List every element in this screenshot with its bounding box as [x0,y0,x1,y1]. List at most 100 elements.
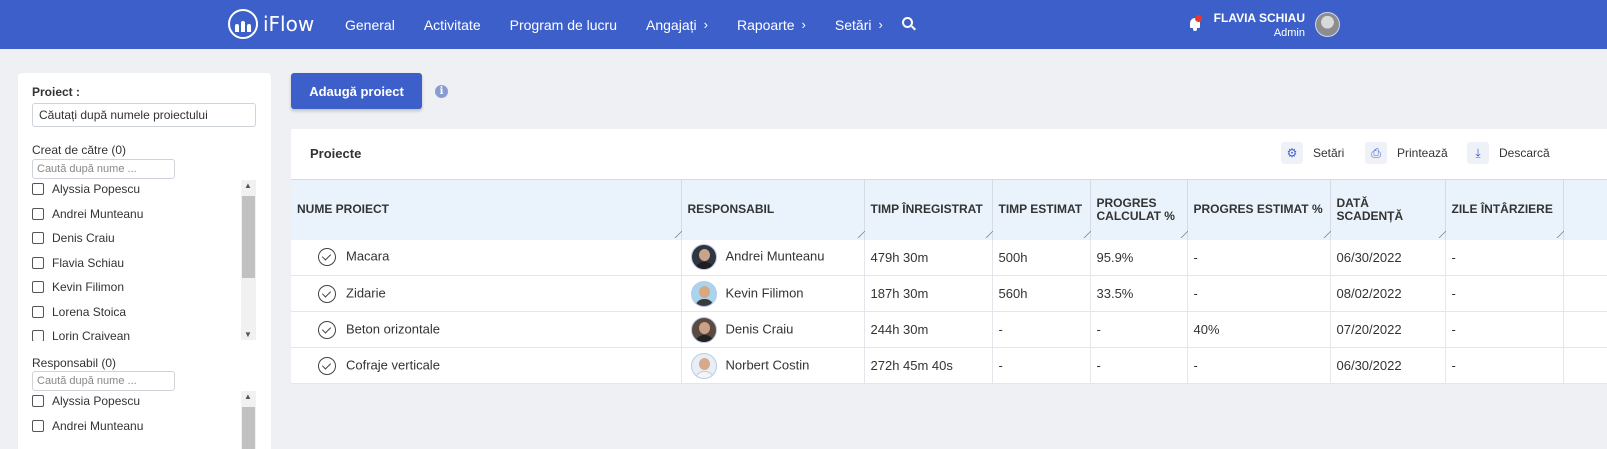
checkbox[interactable] [32,232,44,245]
resize-handle-icon[interactable] [979,230,993,238]
project-name-cell[interactable]: Cofraje verticale [291,347,682,384]
nav-item-angajati[interactable]: Angajați › [646,17,708,33]
chevron-right-icon: › [801,17,806,32]
notification-dot [1195,15,1202,22]
resize-handle-icon[interactable] [851,230,865,238]
list-item[interactable]: Lorin Craivean [32,324,256,341]
nav-label: Activitate [423,16,481,33]
column-header-due-date[interactable]: DATĂ SCADENȚĂ [1330,179,1446,240]
search-icon[interactable] [902,17,916,31]
list-item[interactable]: Kevin Filimon [32,275,256,300]
time-logged-cell: 272h 45m 40s [864,347,993,384]
project-name-cell[interactable]: Macara [291,239,682,276]
check-circle-icon[interactable] [318,248,336,267]
checkbox[interactable] [32,256,44,269]
resize-handle-icon[interactable] [1077,230,1091,238]
column-header-delay-days[interactable]: ZILE ÎNTÂRZIERE [1445,179,1564,240]
settings-button[interactable]: ⚙ Setări [1281,141,1344,165]
table-row[interactable]: Beton orizontale Denis Craiu 244h 30m - … [291,311,1607,348]
list-item[interactable]: Denis Craiu [32,226,256,251]
resize-handle-icon[interactable] [1550,230,1564,238]
delay-days-cell: - [1445,347,1564,384]
resize-handle-icon[interactable] [1174,230,1188,238]
print-button[interactable]: ⎙ Printează [1365,141,1448,165]
resize-handle-icon[interactable] [668,230,682,238]
list-item[interactable]: Andrei Munteanu [32,202,256,227]
delay-days-cell: - [1445,311,1564,348]
check-circle-icon[interactable] [318,356,336,375]
projects-table: NUME PROIECT RESPONSABIL TIMP ÎNREGISTRA… [291,179,1607,384]
nav-item-setari[interactable]: Setări › [835,17,883,33]
checkbox[interactable] [32,330,44,341]
column-header-responsible[interactable]: RESPONSABIL [681,179,865,240]
nav-item-activitate[interactable]: Activitate [424,17,481,33]
download-label: Descarcă [1499,146,1550,160]
app-logo[interactable]: iFlow [228,9,314,39]
responsible-cell: Andrei Munteanu [681,239,865,276]
list-item[interactable]: Alyssia Popescu [32,177,256,202]
nav-item-program-de-lucru[interactable]: Program de lucru [510,17,617,33]
scroll-thumb[interactable] [242,196,255,278]
checkbox[interactable] [32,183,44,196]
info-icon[interactable]: i [435,85,448,98]
download-button[interactable]: ⤓ Descarcă [1467,141,1550,165]
project-search-input[interactable] [32,103,256,127]
extra-cell [1563,347,1607,384]
time-logged-cell: 479h 30m [864,239,993,276]
list-item[interactable]: Alyssia Popescu [32,389,256,414]
delay-days-cell: - [1445,239,1564,276]
list-item[interactable]: Andrei Munteanu [32,414,256,439]
responsible-label: Responsabil (0) [32,356,117,370]
created-by-scrollbar[interactable]: ▲ ▼ [241,180,256,340]
scroll-thumb[interactable] [242,407,255,449]
responsible-scrollbar[interactable]: ▲ [241,391,256,449]
notification-bell-icon[interactable] [1189,15,1202,31]
column-header-progress-est[interactable]: PROGRES ESTIMAT % [1187,179,1331,240]
nav-item-rapoarte[interactable]: Rapoarte › [737,17,806,33]
resize-handle-icon[interactable] [1432,230,1446,238]
delay-days-cell: - [1445,275,1564,312]
checkbox[interactable] [32,395,44,408]
user-info[interactable]: FLAVIA SCHIAU Admin [1214,11,1305,39]
check-circle-icon[interactable] [318,320,336,339]
table-row[interactable]: Cofraje verticale Norbert Costin 272h 45… [291,347,1607,384]
scroll-up-icon[interactable]: ▲ [244,181,252,190]
table-row[interactable]: Zidarie Kevin Filimon 187h 30m 560h 33.5… [291,275,1607,312]
column-header-time-estimated[interactable]: TIMP ESTIMAT [992,179,1091,240]
responsible-list: Alyssia Popescu Andrei Munteanu [32,389,256,449]
created-by-list: Alyssia Popescu Andrei Munteanu Denis Cr… [32,177,256,341]
column-header-time-logged[interactable]: TIMP ÎNREGISTRAT [864,179,993,240]
checkbox[interactable] [32,207,44,220]
checkbox[interactable] [32,305,44,318]
column-header-name[interactable]: NUME PROIECT [291,179,682,240]
due-date-cell: 08/02/2022 [1330,275,1446,312]
project-filter-label: Proiect : [32,85,81,99]
scroll-down-icon[interactable]: ▼ [244,330,252,339]
scroll-up-icon[interactable]: ▲ [244,392,252,401]
extra-cell [1563,275,1607,312]
add-project-button[interactable]: Adaugă proiect [291,73,422,109]
project-name-cell[interactable]: Beton orizontale [291,311,682,348]
list-item[interactable]: Lorena Stoica [32,300,256,325]
check-circle-icon[interactable] [318,284,336,303]
progress-calc-cell: 95.9% [1090,239,1188,276]
list-item[interactable]: Flavia Schiau [32,251,256,276]
time-logged-cell: 187h 30m [864,275,993,312]
avatar [690,280,717,307]
gear-icon: ⚙ [1281,142,1303,164]
time-estimated-cell: 500h [992,239,1091,276]
print-label: Printează [1397,146,1448,160]
table-row[interactable]: Macara Andrei Munteanu 479h 30m 500h 95.… [291,239,1607,276]
created-by-search-input[interactable] [32,159,175,179]
column-header-progress-calc[interactable]: PROGRES CALCULAT % [1090,179,1188,240]
responsible-search-input[interactable] [32,371,175,391]
project-name-cell[interactable]: Zidarie [291,275,682,312]
due-date-cell: 07/20/2022 [1330,311,1446,348]
avatar[interactable] [1315,12,1340,37]
checkbox[interactable] [32,419,44,432]
checkbox[interactable] [32,281,44,294]
responsible-cell: Norbert Costin [681,347,865,384]
due-date-cell: 06/30/2022 [1330,347,1446,384]
nav-item-general[interactable]: General [345,17,395,33]
resize-handle-icon[interactable] [1317,230,1331,238]
